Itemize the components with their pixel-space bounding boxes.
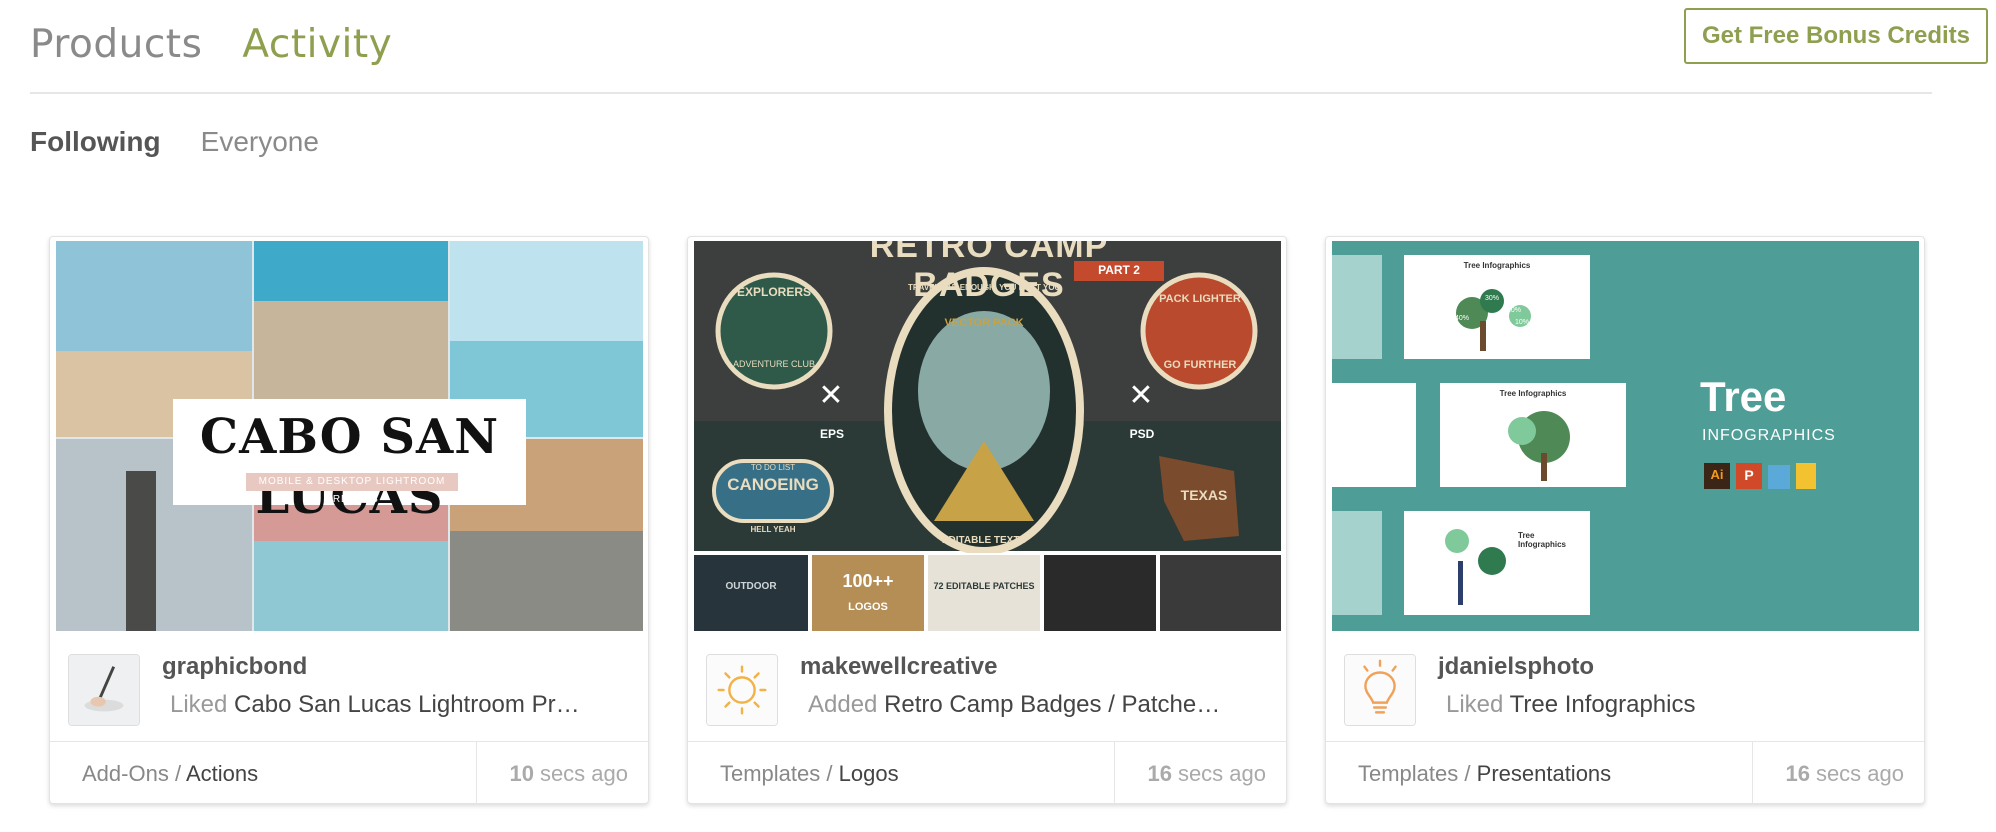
category-link[interactable]: Templates bbox=[720, 761, 820, 786]
thumb-title: CABO SAN LUCAS bbox=[199, 409, 500, 525]
tab-activity[interactable]: Activity bbox=[242, 22, 392, 67]
slide-title: Tree Infographics bbox=[1518, 531, 1567, 549]
badge-explorers: EXPLORERS bbox=[736, 285, 811, 299]
activity-description: Liked Tree Infographics bbox=[1446, 691, 1906, 719]
badge-hell-yeah: HELL YEAH bbox=[750, 525, 796, 534]
category-breadcrumb: Templates / Logos bbox=[720, 761, 899, 787]
subcategory-link[interactable]: Actions bbox=[186, 761, 258, 786]
activity-info: jdanielsphoto Liked Tree Infographics bbox=[1326, 637, 1924, 741]
subcategory-link[interactable]: Presentations bbox=[1477, 761, 1612, 786]
product-thumbnail[interactable]: Tree Infographics Tree Infographics Tree… bbox=[1332, 241, 1919, 631]
username[interactable]: makewellcreative bbox=[800, 653, 997, 681]
activity-card: CABO SAN LUCAS MOBILE & DESKTOP LIGHTROO… bbox=[49, 236, 649, 804]
category-separator: / bbox=[1464, 761, 1477, 786]
product-thumbnail[interactable]: RETRO CAMP BADGES PART 2 EXPLORERS ADVEN… bbox=[694, 241, 1281, 631]
badge-vector-pack: VECTOR PACK bbox=[944, 317, 1024, 329]
badge-adventure-club: ADVENTURE CLUB bbox=[732, 359, 815, 369]
illustrator-icon: Ai bbox=[1710, 467, 1724, 482]
slide-title: Tree Infographics bbox=[1499, 389, 1567, 398]
badge-to-do-list: TO DO LIST bbox=[750, 463, 796, 472]
close-icon: ✕ bbox=[1128, 379, 1154, 412]
product-link[interactable]: Retro Camp Badges / Patche… bbox=[884, 691, 1220, 718]
time-unit: secs ago bbox=[539, 760, 628, 786]
percent-label: 10% bbox=[1514, 319, 1529, 326]
card-footer: Templates / Presentations 16 secs ago bbox=[1326, 741, 1924, 803]
user-photo-avatar-icon bbox=[69, 655, 139, 725]
username[interactable]: jdanielsphoto bbox=[1438, 653, 1594, 681]
lightbulb-icon bbox=[1345, 655, 1415, 725]
editable-texts: EDITABLE TEXTS bbox=[941, 535, 1027, 546]
activity-filter-tabs: Following Everyone bbox=[30, 126, 319, 158]
badge-canoeing: CANOEING bbox=[727, 475, 819, 494]
badge-outdoor: OUTDOOR bbox=[725, 581, 777, 592]
activity-verb: Added bbox=[808, 691, 878, 718]
thumb-subtitle: MOBILE & DESKTOP LIGHTROOM PRESETS bbox=[246, 473, 458, 505]
badge-editable-patches: 72 EDITABLE PATCHES bbox=[933, 581, 1035, 591]
card-footer: Templates / Logos 16 secs ago bbox=[688, 741, 1286, 803]
activity-description: Liked Cabo San Lucas Lightroom Pr… bbox=[170, 691, 630, 719]
activity-info: makewellcreative Added Retro Camp Badges… bbox=[688, 637, 1286, 741]
slide-title: Tree Infographics bbox=[1463, 261, 1531, 270]
category-separator: / bbox=[826, 761, 839, 786]
timestamp: 16 secs ago bbox=[1752, 742, 1924, 803]
category-breadcrumb: Add-Ons / Actions bbox=[82, 761, 258, 787]
activity-card: RETRO CAMP BADGES PART 2 EXPLORERS ADVEN… bbox=[687, 236, 1287, 804]
category-separator: / bbox=[174, 761, 186, 786]
product-link[interactable]: Cabo San Lucas Lightroom Pr… bbox=[234, 691, 580, 718]
category-link[interactable]: Add-Ons bbox=[82, 761, 169, 786]
timestamp: 10 secs ago bbox=[476, 742, 648, 803]
badge-texas: TEXAS bbox=[1180, 487, 1228, 503]
category-link[interactable]: Templates bbox=[1358, 761, 1458, 786]
category-breadcrumb: Templates / Presentations bbox=[1358, 761, 1611, 787]
time-unit: secs ago bbox=[1815, 760, 1904, 786]
user-avatar[interactable] bbox=[706, 654, 778, 726]
product-link[interactable]: Tree Infographics bbox=[1510, 691, 1696, 718]
main-tabs: Products Activity bbox=[30, 22, 392, 67]
subcategory-link[interactable]: Logos bbox=[839, 761, 899, 786]
badge-travel-quote: TRAVEL FAR ENOUGH, YOU MEET YOURSELF bbox=[908, 283, 1058, 292]
badge-100-plus: 100++ bbox=[842, 571, 894, 591]
sun-icon bbox=[707, 655, 777, 725]
activity-card: Tree Infographics Tree Infographics Tree… bbox=[1325, 236, 1925, 804]
close-icon: ✕ bbox=[818, 379, 844, 412]
filter-everyone[interactable]: Everyone bbox=[201, 126, 319, 158]
percent-label: 30% bbox=[1484, 295, 1499, 302]
percent-label: 40% bbox=[1454, 315, 1469, 322]
product-thumbnail[interactable]: CABO SAN LUCAS MOBILE & DESKTOP LIGHTROO… bbox=[56, 241, 643, 631]
username[interactable]: graphicbond bbox=[162, 653, 307, 681]
thumb-subtitle: INFOGRAPHICS bbox=[1702, 427, 1836, 444]
badge-part2: PART 2 bbox=[1098, 263, 1140, 277]
card-footer: Add-Ons / Actions 10 secs ago bbox=[50, 741, 648, 803]
time-value: 16 bbox=[1785, 760, 1810, 786]
activity-verb: Liked bbox=[1446, 691, 1504, 718]
user-avatar[interactable] bbox=[68, 654, 140, 726]
activity-description: Added Retro Camp Badges / Patche… bbox=[808, 691, 1268, 719]
format-psd: PSD bbox=[1129, 427, 1155, 441]
timestamp: 16 secs ago bbox=[1114, 742, 1286, 803]
user-avatar[interactable] bbox=[1344, 654, 1416, 726]
powerpoint-icon: P bbox=[1744, 467, 1754, 483]
tab-products[interactable]: Products bbox=[30, 22, 202, 67]
format-eps: EPS bbox=[819, 427, 844, 441]
time-value: 16 bbox=[1147, 760, 1172, 786]
badge-pack-lighter: PACK LIGHTER bbox=[1159, 293, 1241, 305]
header-divider bbox=[30, 92, 1932, 94]
time-value: 10 bbox=[509, 760, 534, 786]
activity-info: graphicbond Liked Cabo San Lucas Lightro… bbox=[50, 637, 648, 741]
get-bonus-credits-button[interactable]: Get Free Bonus Credits bbox=[1684, 8, 1988, 64]
activity-verb: Liked bbox=[170, 691, 228, 718]
thumb-title: Tree bbox=[1700, 373, 1787, 420]
percent-label: 20% bbox=[1506, 307, 1521, 314]
badge-go-further: GO FURTHER bbox=[1163, 359, 1237, 371]
filter-following[interactable]: Following bbox=[30, 126, 161, 158]
time-unit: secs ago bbox=[1177, 760, 1266, 786]
badge-logos: LOGOS bbox=[848, 601, 888, 613]
